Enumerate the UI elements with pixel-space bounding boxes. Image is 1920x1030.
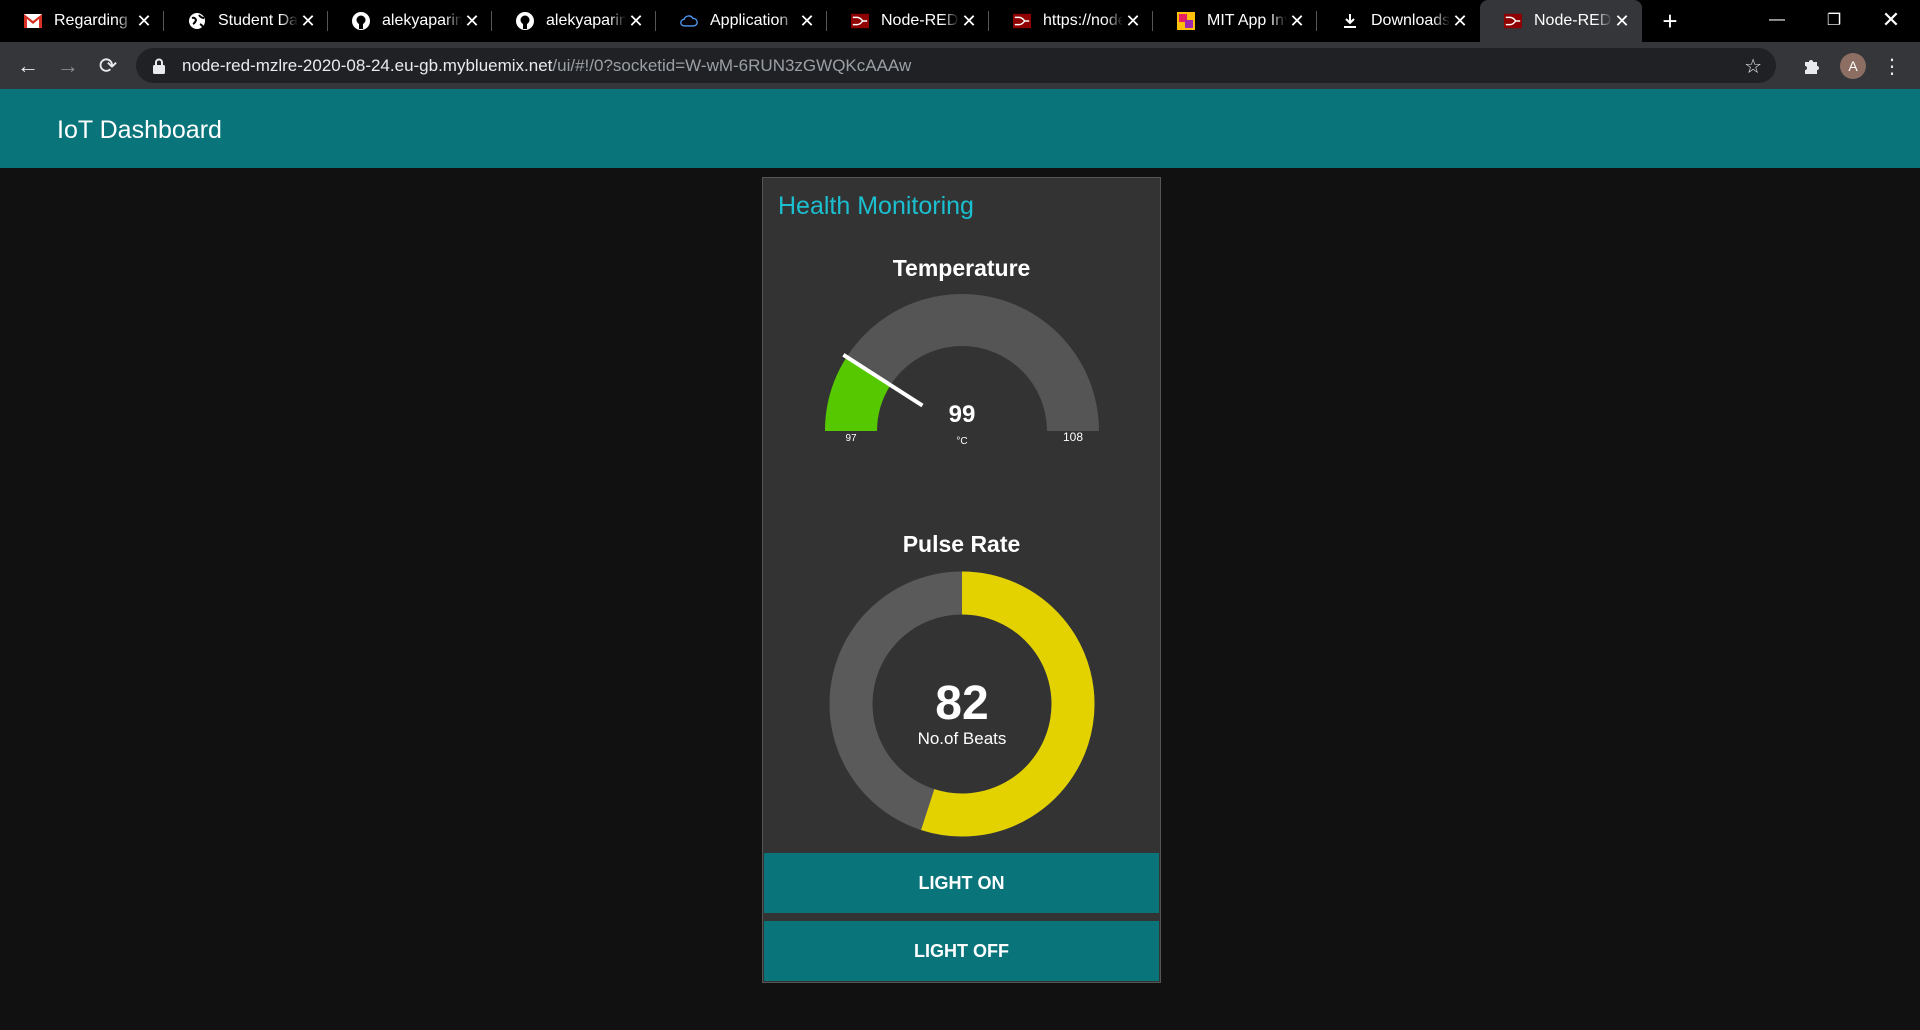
reload-button[interactable]: ⟳ [88, 42, 128, 89]
temperature-gauge: 99 °C 97 108 [825, 294, 1099, 447]
node-red-icon [1013, 12, 1031, 30]
browser-tab[interactable]: Student Dash ✕ [164, 0, 328, 42]
tab-title: Application [710, 12, 789, 29]
url-path: /ui/#!/0?socketid=W-wM-6RUN3zGWQKcAAAw [552, 55, 912, 75]
browser-tab[interactable]: https://node ✕ [989, 0, 1153, 42]
new-tab-button[interactable]: + [1655, 0, 1685, 42]
close-tab-icon[interactable]: ✕ [1450, 11, 1470, 32]
temperature-max: 108 [1063, 430, 1083, 444]
tab-title: Node-RED D [1534, 12, 1612, 29]
forward-button[interactable]: → [48, 42, 88, 89]
light-off-button[interactable]: LIGHT OFF [764, 921, 1159, 981]
node-red-icon [1504, 12, 1522, 30]
close-tab-icon[interactable]: ✕ [1612, 11, 1632, 32]
browser-tab-active[interactable]: Node-RED D ✕ [1480, 0, 1642, 42]
cloud-icon [680, 12, 698, 30]
pulse-rate-label: Pulse Rate [902, 531, 1021, 557]
url-host: node-red-mzlre-2020-08-24.eu-gb.mybluemi… [182, 55, 553, 75]
close-tab-icon[interactable]: ✕ [626, 11, 646, 32]
page-title: IoT Dashboard [57, 116, 222, 144]
temperature-unit: °C [956, 436, 967, 447]
back-button[interactable]: ← [8, 42, 48, 89]
tab-title: https://node [1043, 12, 1123, 29]
close-tab-icon[interactable]: ✕ [797, 11, 817, 32]
browser-tab[interactable]: MIT App Inv ✕ [1153, 0, 1317, 42]
tab-title: alekyaparima [546, 12, 626, 29]
download-icon [1341, 12, 1359, 30]
tab-title: alekyaparima [382, 12, 462, 29]
node-red-icon [851, 12, 869, 30]
tab-title: Node-RED : [881, 12, 959, 29]
close-tab-icon[interactable]: ✕ [134, 11, 154, 32]
address-bar[interactable]: node-red-mzlre-2020-08-24.eu-gb.mybluemi… [136, 48, 1776, 83]
extensions-puzzle-icon[interactable] [1800, 54, 1824, 78]
tab-title: MIT App Inv [1207, 12, 1287, 29]
pulse-unit: No.of Beats [918, 729, 1007, 748]
temperature-min: 97 [845, 433, 857, 444]
browser-tab[interactable]: alekyaparima ✕ [328, 0, 492, 42]
close-window-button[interactable]: ✕ [1863, 0, 1919, 40]
browser-tab-strip: Regarding sr ✕ Student Dash ✕ alekyapari… [0, 0, 1920, 42]
browser-tab[interactable]: alekyaparima ✕ [492, 0, 656, 42]
app-inventor-icon [1177, 12, 1195, 30]
light-on-button[interactable]: LIGHT ON [764, 853, 1159, 913]
tab-title: Regarding sr [54, 12, 134, 29]
browser-tab[interactable]: Regarding sr ✕ [0, 0, 164, 42]
profile-avatar[interactable]: A [1840, 53, 1866, 79]
bookmark-star-icon[interactable]: ☆ [1744, 54, 1762, 79]
browser-menu-icon[interactable]: ⋮ [1882, 52, 1902, 80]
dashboard-header: IoT Dashboard [0, 89, 1920, 168]
lock-icon [153, 58, 165, 74]
browser-tab[interactable]: Application ✕ [656, 0, 827, 42]
gmail-icon [24, 12, 42, 30]
restore-window-button[interactable]: ❐ [1806, 0, 1862, 40]
github-icon [352, 12, 370, 30]
close-tab-icon[interactable]: ✕ [462, 11, 482, 32]
close-tab-icon[interactable]: ✕ [1123, 11, 1143, 32]
browser-toolbar: ← → ⟳ node-red-mzlre-2020-08-24.eu-gb.my… [0, 42, 1920, 89]
browser-tab[interactable]: Node-RED : ✕ [827, 0, 989, 42]
tab-title: Downloads [1371, 12, 1450, 29]
health-monitoring-group: Health Monitoring Temperature 99 °C 97 1… [762, 177, 1161, 983]
tab-title: Student Dash [218, 12, 298, 29]
pulse-rate-donut: 82 No.of Beats [829, 571, 1095, 837]
github-icon [516, 12, 534, 30]
browser-tab[interactable]: Downloads ✕ [1317, 0, 1480, 42]
close-tab-icon[interactable]: ✕ [959, 11, 979, 32]
pulse-value: 82 [935, 677, 988, 730]
globe-icon [188, 12, 206, 30]
temperature-value: 99 [949, 401, 976, 428]
temperature-label: Temperature [892, 255, 1031, 281]
group-title: Health Monitoring [778, 192, 974, 220]
close-tab-icon[interactable]: ✕ [1287, 11, 1307, 32]
minimize-window-button[interactable]: — [1749, 0, 1805, 40]
close-tab-icon[interactable]: ✕ [298, 11, 318, 32]
